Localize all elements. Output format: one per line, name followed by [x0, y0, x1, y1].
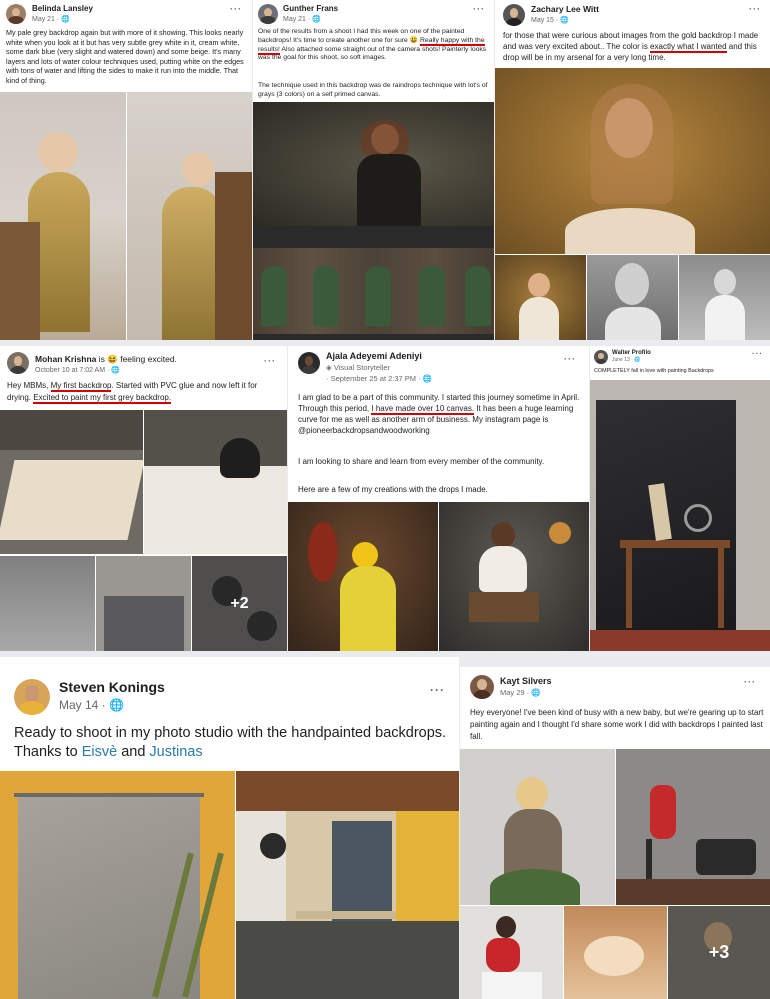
globe-icon: 🌐: [422, 374, 433, 383]
more-photos-count[interactable]: +3: [668, 906, 770, 999]
post-kayt: Kayt Silvers May 29 · 🌐 ··· Hey everyone…: [460, 667, 770, 999]
post-photo[interactable]: [460, 906, 563, 999]
post-date[interactable]: May 21 · 🌐: [32, 15, 70, 23]
globe-icon: 🌐: [61, 16, 70, 23]
post-photo[interactable]: [96, 556, 191, 651]
post-text: COMPLETELY fall in love with painting Ba…: [594, 368, 714, 374]
avatar[interactable]: [470, 675, 494, 699]
post-photo[interactable]: [0, 92, 126, 340]
post-date[interactable]: June 13 · 🌐: [612, 357, 640, 363]
more-options-icon[interactable]: ···: [264, 356, 276, 366]
post-photo[interactable]: [0, 771, 235, 999]
post-photo[interactable]: [0, 410, 143, 554]
author-name[interactable]: Kayt Silvers: [500, 676, 552, 686]
author-name[interactable]: Belinda Lansley: [32, 4, 93, 13]
tagged-user-link[interactable]: Justinas: [149, 744, 202, 760]
avatar[interactable]: [503, 4, 525, 26]
post-belinda: Belinda Lansley May 21 · 🌐 ··· My pale g…: [0, 0, 252, 340]
post-photo[interactable]: [495, 255, 586, 340]
post-text: My pale grey backdrop again but with mor…: [6, 28, 244, 85]
more-options-icon[interactable]: ···: [430, 683, 445, 697]
post-steven: Steven Konings May 14 · 🌐 ··· Ready to s…: [0, 657, 459, 999]
more-options-icon[interactable]: ···: [564, 354, 576, 364]
more-options-icon[interactable]: ···: [752, 349, 763, 358]
photo-strip[interactable]: [253, 226, 494, 340]
post-text: One of the results from a shoot I had th…: [258, 28, 487, 62]
globe-icon: 🌐: [109, 698, 124, 712]
post-photo[interactable]: +2: [192, 556, 287, 651]
author-name[interactable]: Mohan Krishna is 😆 feeling excited.: [35, 354, 177, 365]
post-text: for those that were curious about images…: [503, 31, 759, 62]
post-photo[interactable]: [236, 771, 459, 999]
post-photo[interactable]: [0, 556, 95, 651]
post-photo[interactable]: [439, 502, 589, 651]
author-name[interactable]: Ajala Adeyemi Adeniyi: [326, 351, 422, 361]
globe-icon: 🌐: [560, 17, 569, 24]
post-date[interactable]: May 14 · 🌐: [59, 698, 124, 712]
badge-icon: ◈: [326, 363, 334, 372]
avatar[interactable]: [7, 352, 29, 374]
globe-icon: 🌐: [634, 357, 641, 363]
post-gunther: Gunther Frans May 21 · 🌐 ··· One of the …: [253, 0, 494, 340]
post-photo[interactable]: [590, 380, 770, 651]
avatar[interactable]: [14, 679, 50, 715]
author-name[interactable]: Gunther Frans: [283, 4, 338, 13]
post-text: Ready to shoot in my photo studio with t…: [14, 725, 447, 760]
more-options-icon[interactable]: ···: [749, 4, 761, 14]
post-photo[interactable]: [253, 102, 494, 226]
post-text: The technique used in this backdrop was …: [258, 82, 488, 98]
avatar[interactable]: [6, 4, 26, 24]
post-photo[interactable]: +3: [668, 906, 770, 999]
more-options-icon[interactable]: ···: [744, 677, 756, 687]
post-date[interactable]: May 15 · 🌐: [531, 16, 569, 24]
post-date[interactable]: · September 25 at 2:37 PM · 🌐: [326, 374, 432, 383]
post-text: Here are a few of my creations with the …: [298, 485, 488, 494]
post-text: Hey everyone! I've been kind of busy wit…: [470, 708, 764, 741]
post-photo[interactable]: [144, 410, 287, 554]
post-walter: Walter Profilo June 13 · 🌐 ··· COMPLETEL…: [590, 346, 770, 651]
post-text: I am glad to be a part of this community…: [298, 393, 580, 435]
author-badge: ◈ Visual Storyteller: [326, 363, 390, 372]
avatar[interactable]: [258, 4, 278, 24]
avatar[interactable]: [594, 350, 608, 364]
more-options-icon[interactable]: ···: [230, 4, 242, 14]
post-ajala: Ajala Adeyemi Adeniyi ◈ Visual Storytell…: [288, 346, 589, 651]
post-photo[interactable]: [564, 906, 667, 999]
post-date[interactable]: May 21 · 🌐: [283, 15, 321, 23]
post-zachary: Zachary Lee Witt May 15 · 🌐 ··· for thos…: [495, 0, 770, 340]
author-name[interactable]: Steven Konings: [59, 679, 165, 695]
post-photo[interactable]: [460, 749, 615, 905]
post-photo[interactable]: [616, 749, 770, 905]
author-name[interactable]: Zachary Lee Witt: [531, 4, 599, 14]
post-text: Hey MBMs, My first backdrop. Started wit…: [7, 381, 258, 404]
author-name[interactable]: Walter Profilo: [612, 350, 651, 356]
post-photo[interactable]: [495, 68, 770, 254]
tagged-user-link[interactable]: Eisvè: [82, 744, 117, 760]
post-photo[interactable]: [127, 92, 252, 340]
post-date[interactable]: May 29 · 🌐: [500, 688, 541, 697]
globe-icon: 🌐: [111, 367, 120, 374]
globe-icon: 🌐: [312, 16, 321, 23]
post-date[interactable]: October 10 at 7:02 AM · 🌐: [35, 366, 120, 374]
post-mohan: Mohan Krishna is 😆 feeling excited. Octo…: [0, 346, 287, 651]
more-options-icon[interactable]: ···: [473, 4, 485, 14]
more-photos-count[interactable]: +2: [192, 556, 287, 651]
post-photo[interactable]: [587, 255, 678, 340]
globe-icon: 🌐: [531, 688, 541, 697]
avatar[interactable]: [298, 352, 320, 374]
post-text: I am looking to share and learn from eve…: [298, 457, 545, 466]
post-photo[interactable]: [288, 502, 438, 651]
post-photo[interactable]: [679, 255, 770, 340]
